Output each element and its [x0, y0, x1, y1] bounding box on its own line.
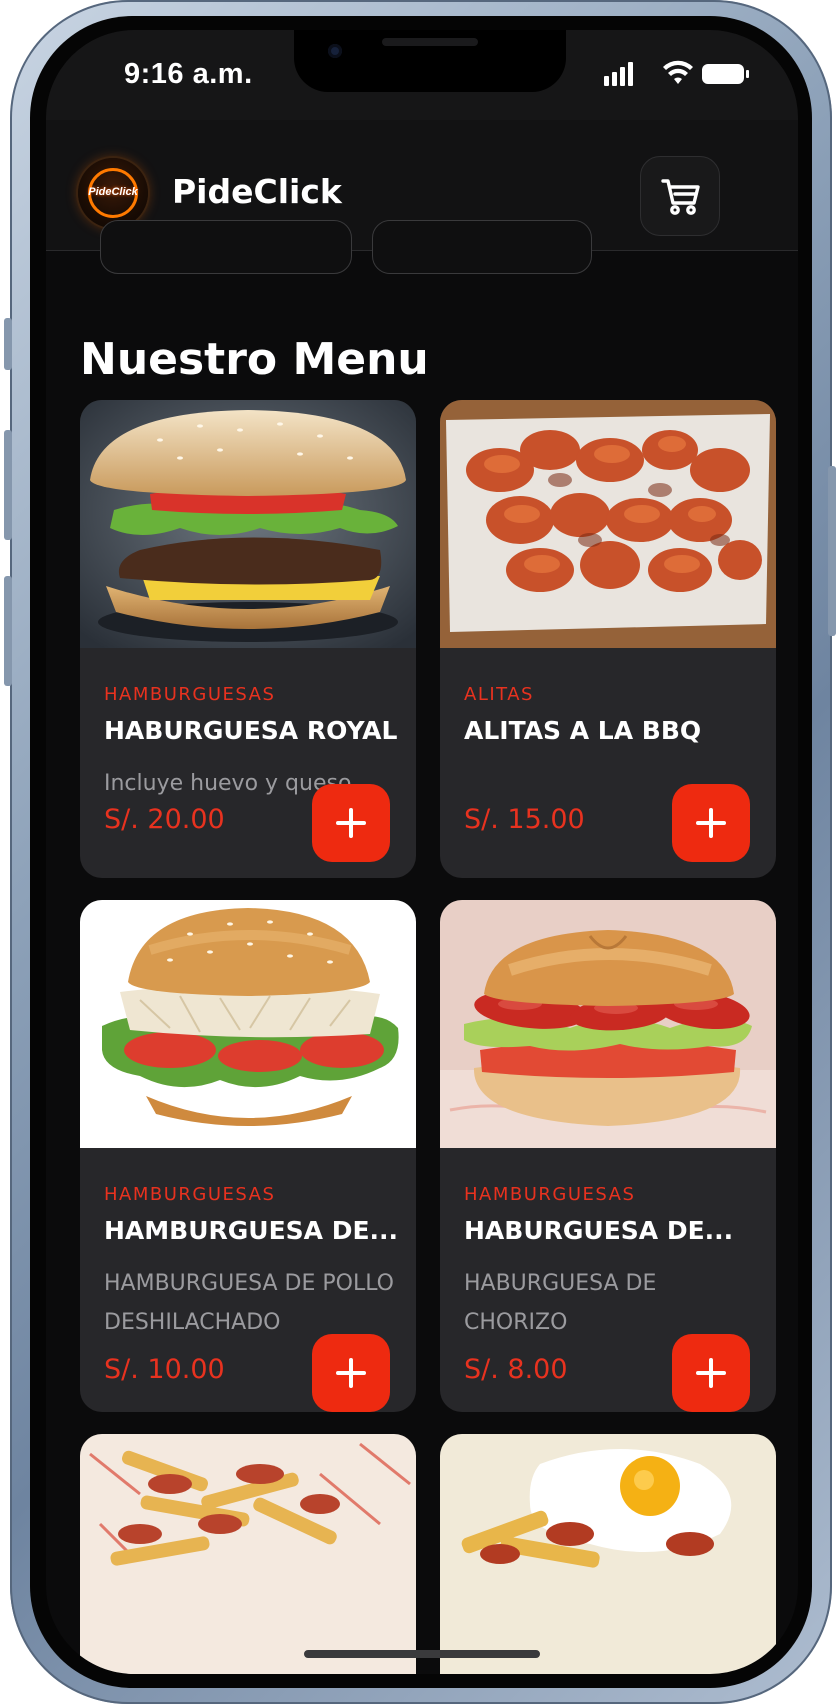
logo-text: PideClick [88, 186, 138, 198]
category-chip-strip [46, 220, 798, 290]
product-image [440, 400, 776, 648]
product-price: S/. 10.00 [104, 1354, 225, 1385]
category-chip[interactable] [372, 220, 592, 274]
menu-card[interactable]: HAMBURGUESAS HAMBURGUESA DE... HAMBURGUE… [80, 900, 416, 1412]
section-title: Nuestro Menu [80, 334, 429, 385]
product-category: HAMBURGUESAS [104, 684, 276, 705]
product-price: S/. 15.00 [464, 804, 585, 835]
front-camera [328, 44, 342, 58]
app-title: PideClick [172, 172, 342, 211]
side-button-power [828, 466, 836, 636]
speaker-grill [382, 38, 478, 46]
product-description: HAMBURGUESA DE POLLO DESHILACHADO [104, 1271, 394, 1335]
menu-card[interactable]: HAMBURGUESAS HABURGUESA DE... HABURGUESA… [440, 900, 776, 1412]
cart-button[interactable] [640, 156, 720, 236]
add-to-cart-button[interactable] [312, 1334, 390, 1412]
screen: 9:16 a.m. PideClick PideClick Nuestro Me… [46, 30, 798, 1674]
menu-card[interactable]: ALITAS ALITAS A LA BBQ S/. 15.00 [440, 400, 776, 878]
add-to-cart-button[interactable] [672, 784, 750, 862]
product-image [80, 900, 416, 1148]
add-to-cart-button[interactable] [312, 784, 390, 862]
home-indicator [304, 1650, 540, 1658]
status-time: 9:16 a.m. [124, 58, 253, 90]
add-to-cart-button[interactable] [672, 1334, 750, 1412]
side-button-volume-down [4, 576, 12, 686]
menu-card[interactable] [80, 1434, 416, 1674]
product-name: HAMBURGUESA DE... [104, 1216, 399, 1245]
product-category: ALITAS [464, 684, 534, 705]
product-image [80, 400, 416, 648]
category-chip[interactable] [100, 220, 352, 274]
signal-icon [604, 60, 640, 86]
product-name: ALITAS A LA BBQ [464, 716, 702, 745]
battery-icon [702, 64, 744, 84]
product-name: HABURGUESA ROYAL [104, 716, 398, 745]
product-description: HABURGUESA DE CHORIZO [464, 1271, 657, 1335]
notch [294, 30, 566, 92]
product-category: HAMBURGUESAS [464, 1184, 636, 1205]
menu-card[interactable] [440, 1434, 776, 1674]
product-image [440, 900, 776, 1148]
product-category: HAMBURGUESAS [104, 1184, 276, 1205]
wifi-icon [662, 60, 694, 86]
battery-tip [746, 70, 749, 78]
side-button-volume-up [4, 430, 12, 540]
phone-frame: 9:16 a.m. PideClick PideClick Nuestro Me… [4, 0, 836, 1704]
product-image [80, 1434, 416, 1674]
brand-logo[interactable]: PideClick [78, 158, 148, 228]
product-price: S/. 8.00 [464, 1354, 568, 1385]
side-button-action [4, 318, 12, 370]
product-price: S/. 20.00 [104, 804, 225, 835]
menu-card[interactable]: HAMBURGUESAS HABURGUESA ROYAL Incluye hu… [80, 400, 416, 878]
cart-icon [661, 179, 700, 215]
product-image [440, 1434, 776, 1674]
product-name: HABURGUESA DE... [464, 1216, 734, 1245]
